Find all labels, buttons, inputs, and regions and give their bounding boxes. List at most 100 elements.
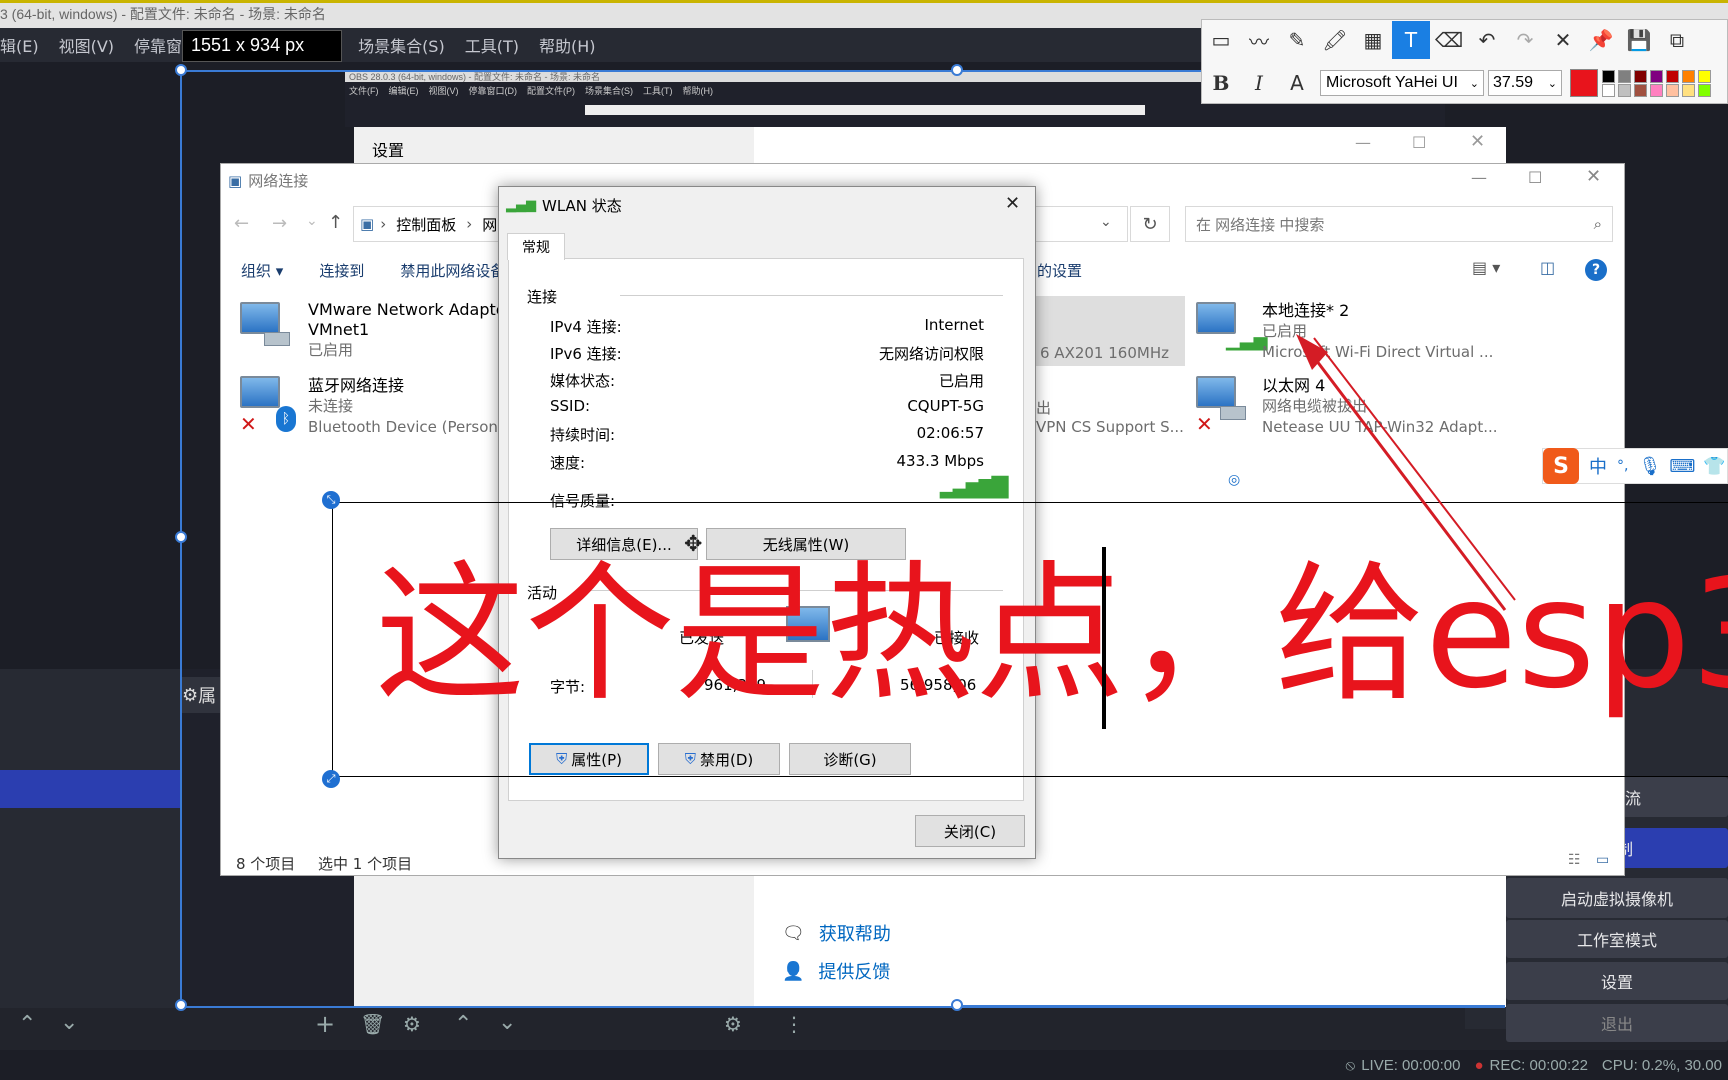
obs-title-text: 3 (64-bit, windows) - 配置文件: 未命名 - 场景: 未命…	[0, 6, 326, 22]
eraser-tool-icon[interactable]: ⌫	[1430, 21, 1468, 59]
palette-color-swatch[interactable]	[1634, 69, 1647, 83]
ime-punctuation-mode[interactable]: °,	[1617, 458, 1628, 474]
search-icon: ⌕	[1593, 215, 1602, 233]
vpn-item-status: 出	[1036, 399, 1052, 417]
palette-color-swatch[interactable]	[1666, 69, 1679, 83]
preview-pane-icon[interactable]: ◫	[1540, 258, 1555, 277]
current-color-swatch[interactable]	[1570, 69, 1598, 97]
mosaic-tool-icon[interactable]: ▦	[1354, 21, 1392, 59]
annotation-tools-row: ▭ 〰 ✎ 🖍 ▦ T ⌫ ↶ ↷ ✕ 📌 💾 ⧉	[1202, 21, 1728, 59]
mixer-gear-icon[interactable]: ⚙	[724, 1012, 742, 1036]
obs-status-bar: ⦸ LIVE: 00:00:00 ● REC: 00:00:22 CPU: 0.…	[0, 1050, 1728, 1080]
add-source-icon[interactable]: +	[315, 1010, 335, 1038]
palette-color-swatch[interactable]	[1650, 69, 1663, 83]
settings-maximize-icon[interactable]: ☐	[1412, 133, 1426, 152]
resize-handle-bottom-left[interactable]	[175, 999, 187, 1011]
more-icon[interactable]: ⋮	[784, 1012, 804, 1036]
highlighter-tool-icon[interactable]: 🖍	[1316, 21, 1354, 59]
menu-help[interactable]: 帮助(H)	[539, 33, 596, 57]
palette-color-swatch[interactable]	[1602, 83, 1615, 97]
scene-item-selected[interactable]	[0, 770, 182, 808]
annotation-format-row: B I A Microsoft YaHei UI ⌄ 37.59 ⌄	[1202, 64, 1728, 102]
text-box-resize-bottom-icon[interactable]: ⤢	[322, 770, 340, 788]
large-icons-view-icon[interactable]: ▭	[1596, 852, 1609, 868]
resize-handle-bottom[interactable]	[951, 999, 963, 1011]
wlan-item-adapter-text: 6 AX201 160MHz	[1040, 344, 1169, 362]
chevron-down-icon: ⌄	[1547, 77, 1557, 90]
palette-color-swatch[interactable]	[1666, 83, 1679, 97]
details-view-icon[interactable]: ☷	[1568, 852, 1581, 868]
resize-handle-top-left[interactable]	[175, 64, 187, 76]
settings-close-icon[interactable]: ✕	[1470, 131, 1485, 152]
exit-button[interactable]: 退出	[1506, 1004, 1728, 1042]
move-down-icon[interactable]: ⌄	[60, 1010, 78, 1035]
source-gear-icon[interactable]: ⚙	[403, 1012, 421, 1036]
source-down-icon[interactable]: ⌄	[498, 1010, 516, 1035]
cancel-icon[interactable]: ✕	[1544, 21, 1582, 59]
annotation-text: 这个是热点，给esp3	[375, 548, 1728, 722]
settings-button[interactable]: 设置	[1506, 962, 1728, 1000]
palette-color-swatch[interactable]	[1618, 69, 1631, 83]
arrow-shaft-outline	[1313, 337, 1516, 601]
undo-icon[interactable]: ↶	[1468, 21, 1506, 59]
wlan-close-icon[interactable]: ✕	[1005, 193, 1020, 214]
change-settings-button[interactable]: 的设置	[1037, 260, 1082, 281]
search-box[interactable]: 在 网络连接 中搜索 ⌕	[1185, 206, 1613, 242]
sogou-logo-icon[interactable]: S	[1543, 448, 1579, 484]
virtual-camera-button[interactable]: 启动虚拟摄像机	[1506, 878, 1728, 918]
font-family-value: Microsoft YaHei UI	[1326, 74, 1458, 91]
shape-tool-icon[interactable]: ▭	[1202, 21, 1240, 59]
menu-tools[interactable]: 工具(T)	[465, 33, 519, 57]
pin-icon[interactable]: 📌	[1582, 21, 1620, 59]
menu-view[interactable]: 视图(V)	[59, 33, 114, 57]
palette-color-swatch[interactable]	[1682, 83, 1695, 97]
palette-color-swatch[interactable]	[1618, 83, 1631, 97]
studio-mode-button[interactable]: 工作室模式	[1506, 920, 1728, 958]
address-dropdown-icon[interactable]: ⌄	[1100, 214, 1112, 230]
palette-color-swatch[interactable]	[1698, 83, 1711, 97]
save-icon[interactable]: 💾	[1620, 21, 1658, 59]
trash-icon[interactable]: 🗑	[360, 1012, 385, 1036]
text-tool-icon[interactable]: T	[1392, 21, 1430, 59]
text-box-resize-top-icon[interactable]: ⤡	[322, 491, 340, 509]
refresh-icon[interactable]: ↻	[1130, 206, 1170, 242]
explorer-maximize-icon[interactable]: ☐	[1528, 168, 1542, 187]
skin-shirt-icon[interactable]: 👕	[1703, 456, 1725, 477]
help-icon[interactable]: ?	[1585, 259, 1607, 281]
palette-color-swatch[interactable]	[1682, 69, 1695, 83]
microphone-icon[interactable]: 🎙	[1638, 456, 1661, 477]
source-up-icon[interactable]: ⌃	[454, 1012, 472, 1037]
italic-icon[interactable]: I	[1240, 64, 1278, 102]
live-icon: ⦸	[1345, 1056, 1356, 1074]
font-family-select[interactable]: Microsoft YaHei UI ⌄	[1320, 70, 1484, 96]
ime-toolbar: S 中 °, 🎙 ⌨ 👕	[1542, 448, 1728, 484]
palette-color-swatch[interactable]	[1698, 69, 1711, 83]
bold-icon[interactable]: B	[1202, 64, 1240, 102]
selection-size-label: 1551 x 934 px	[182, 30, 342, 62]
resize-handle-left[interactable]	[175, 531, 187, 543]
palette-color-swatch[interactable]	[1650, 83, 1663, 97]
color-palette	[1602, 69, 1713, 97]
redo-icon[interactable]: ↷	[1506, 21, 1544, 59]
selection-frame-bottom	[957, 1005, 1505, 1008]
copy-icon[interactable]: ⧉	[1658, 21, 1696, 59]
move-up-icon[interactable]: ⌃	[18, 1012, 36, 1037]
keyboard-icon[interactable]: ⌨	[1669, 456, 1695, 477]
palette-color-swatch[interactable]	[1634, 83, 1647, 97]
pen-tool-icon[interactable]: ✎	[1278, 21, 1316, 59]
menu-scene-collection[interactable]: 场景集合(S)	[358, 33, 445, 57]
resize-handle-top[interactable]	[951, 64, 963, 76]
ime-chinese-mode[interactable]: 中	[1589, 453, 1607, 479]
settings-minimize-icon[interactable]: —	[1355, 133, 1371, 152]
rec-status: REC: 00:00:22	[1489, 1056, 1588, 1074]
selection-frame-top	[957, 70, 1207, 72]
line-tool-icon[interactable]: 〰	[1240, 21, 1278, 59]
font-outline-icon[interactable]: A	[1278, 64, 1316, 102]
palette-color-swatch[interactable]	[1602, 69, 1615, 83]
menu-edit[interactable]: 辑(E)	[0, 33, 39, 57]
explorer-minimize-icon[interactable]: —	[1471, 168, 1487, 187]
cpu-status: CPU: 0.2%, 30.00	[1601, 1056, 1722, 1074]
explorer-close-icon[interactable]: ✕	[1586, 166, 1601, 187]
view-options-icon[interactable]: ▤ ▾	[1472, 258, 1500, 277]
font-size-select[interactable]: 37.59 ⌄	[1488, 70, 1562, 96]
